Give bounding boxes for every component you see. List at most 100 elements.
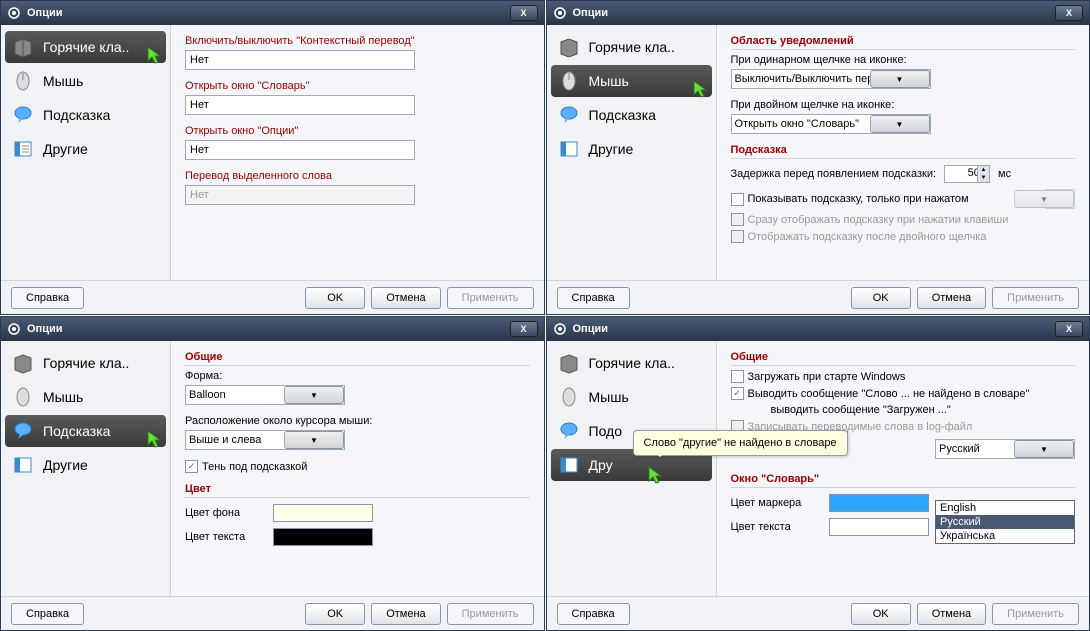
close-button[interactable]: X (1055, 5, 1083, 21)
titlebar[interactable]: Опции X (1, 1, 544, 25)
apply-button[interactable]: Применить (992, 603, 1079, 625)
chevron-down-icon: ▼ (870, 70, 930, 88)
app-icon (7, 322, 21, 336)
mouse-icon (11, 385, 35, 409)
content-tooltip: Общие Форма: Balloon▼ Расположение около… (171, 341, 544, 596)
sidebar-item-mouse[interactable]: Мышь (5, 65, 166, 97)
book-icon (557, 351, 581, 375)
hotkey-input-context[interactable] (185, 50, 415, 70)
window-title: Опции (573, 7, 1056, 19)
spin-buttons[interactable]: ▲▼ (977, 166, 989, 182)
button-bar: Справка OK Отмена Применить (1, 596, 544, 630)
sidebar-item-tooltip[interactable]: Подсказка (5, 99, 166, 131)
dropdown-option[interactable]: English (936, 501, 1074, 515)
sidebar: Горячие кла.. Мышь Подсказка Другие (1, 25, 171, 280)
cancel-button[interactable]: Отмена (917, 603, 986, 625)
marker-color-swatch[interactable] (829, 494, 929, 512)
cursor-icon (692, 79, 714, 101)
sidebar-item-hotkeys[interactable]: Горячие кла.. (5, 347, 166, 379)
apply-button[interactable]: Применить (447, 287, 534, 309)
cancel-button[interactable]: Отмена (371, 287, 440, 309)
sidebar-item-hotkeys[interactable]: Горячие кла.. (551, 347, 712, 379)
text-color-swatch[interactable] (829, 518, 929, 536)
chevron-down-icon: ▼ (870, 115, 930, 133)
text-color-swatch[interactable] (273, 528, 373, 546)
options-window-tooltip: Опции X Горячие кла.. Мышь Подсказка Дру… (0, 316, 545, 631)
form-combo[interactable]: Balloon▼ (185, 385, 345, 405)
balloon-icon (557, 419, 581, 443)
ok-button[interactable]: OK (851, 287, 911, 309)
double-click-combo[interactable]: Открыть окно "Словарь"▼ (731, 114, 931, 134)
text-color-label: Цвет текста (731, 521, 821, 533)
text-color-label: Цвет текста (185, 531, 265, 543)
position-combo[interactable]: Выше и слева▼ (185, 430, 345, 450)
sidebar-item-hotkeys[interactable]: Горячие кла.. (551, 31, 712, 63)
close-button[interactable]: X (510, 5, 538, 21)
position-label: Расположение около курсора мыши: (185, 415, 530, 427)
mouse-icon (557, 69, 581, 93)
titlebar[interactable]: Опции X (1, 317, 544, 341)
delay-unit: мс (998, 168, 1011, 180)
sidebar-item-label: Горячие кла.. (589, 39, 675, 55)
checkbox-autostart[interactable] (731, 370, 744, 383)
checkbox-immediate (731, 213, 744, 226)
sidebar-item-tooltip[interactable]: Подсказка (5, 415, 166, 447)
close-button[interactable]: X (510, 321, 538, 337)
apply-button[interactable]: Применить (992, 287, 1079, 309)
delay-spinner[interactable]: 500▲▼ (944, 165, 990, 183)
language-dropdown-list[interactable]: English Русский Українська (935, 500, 1075, 544)
sidebar-item-label: Мышь (43, 389, 83, 405)
titlebar[interactable]: Опции X (547, 1, 1090, 25)
sidebar: Горячие кла.. Мышь Подсказка Другие (1, 341, 171, 596)
help-button[interactable]: Справка (11, 603, 84, 625)
single-click-combo[interactable]: Выключить/Выключить перевод▼ (731, 69, 931, 89)
checkbox-show-on-press[interactable] (731, 193, 744, 206)
sidebar-item-mouse[interactable]: Мышь (5, 381, 166, 413)
hotkey-input-dictionary[interactable] (185, 95, 415, 115)
close-icon: X (520, 324, 526, 334)
sidebar-item-hotkeys[interactable]: Горячие кла.. (5, 31, 166, 63)
list-icon (557, 453, 581, 477)
sidebar-item-label: Горячие кла.. (589, 355, 675, 371)
bg-color-swatch[interactable] (273, 504, 373, 522)
sidebar-item-other[interactable]: Другие (551, 133, 712, 165)
app-icon (553, 6, 567, 20)
checkbox-label: Сразу отображать подсказку при нажатии к… (748, 214, 1009, 226)
dropdown-option[interactable]: Українська (936, 529, 1074, 543)
sidebar-item-tooltip[interactable]: Подсказка (551, 99, 712, 131)
help-button[interactable]: Справка (557, 287, 630, 309)
dropdown-option[interactable]: Русский (936, 515, 1074, 529)
apply-button[interactable]: Применить (447, 603, 534, 625)
mouse-icon (557, 385, 581, 409)
form-label: Форма: (185, 370, 530, 382)
ok-button[interactable]: OK (305, 603, 365, 625)
ok-button[interactable]: OK (851, 603, 911, 625)
sidebar-item-label: Другие (589, 141, 634, 157)
cancel-button[interactable]: Отмена (917, 287, 986, 309)
checkbox-doubleclick (731, 230, 744, 243)
sidebar-item-other[interactable]: Другие (5, 449, 166, 481)
sidebar: Горячие кла.. Мышь Подсказка Другие (547, 25, 717, 280)
button-bar: Справка OK Отмена Применить (1, 280, 544, 314)
hotkey-input-options[interactable] (185, 140, 415, 160)
section-general: Общие (185, 351, 530, 366)
language-combo[interactable]: Русский▼ (935, 439, 1075, 459)
field-label: Открыть окно "Словарь" (185, 80, 530, 92)
app-icon (7, 6, 21, 20)
delay-label: Задержка перед появлением подсказки: (731, 168, 937, 180)
help-button[interactable]: Справка (557, 603, 630, 625)
close-button[interactable]: X (1055, 321, 1083, 337)
checkbox-notfound-msg[interactable] (731, 387, 744, 400)
help-button[interactable]: Справка (11, 287, 84, 309)
sidebar-item-mouse[interactable]: Мышь (551, 65, 712, 97)
sidebar-item-mouse[interactable]: Мышь (551, 381, 712, 413)
titlebar[interactable]: Опции X (547, 317, 1090, 341)
options-window-mouse: Опции X Горячие кла.. Мышь Подсказка Дру… (546, 0, 1090, 315)
sidebar-item-other[interactable]: Другие (5, 133, 166, 165)
cancel-button[interactable]: Отмена (371, 603, 440, 625)
list-icon (11, 453, 35, 477)
ok-button[interactable]: OK (305, 287, 365, 309)
options-window-hotkeys: Опции X Горячие кла.. Мышь Подсказка Дру… (0, 0, 545, 315)
checkbox-shadow[interactable] (185, 460, 198, 473)
section-notification: Область уведомлений (731, 35, 1076, 50)
